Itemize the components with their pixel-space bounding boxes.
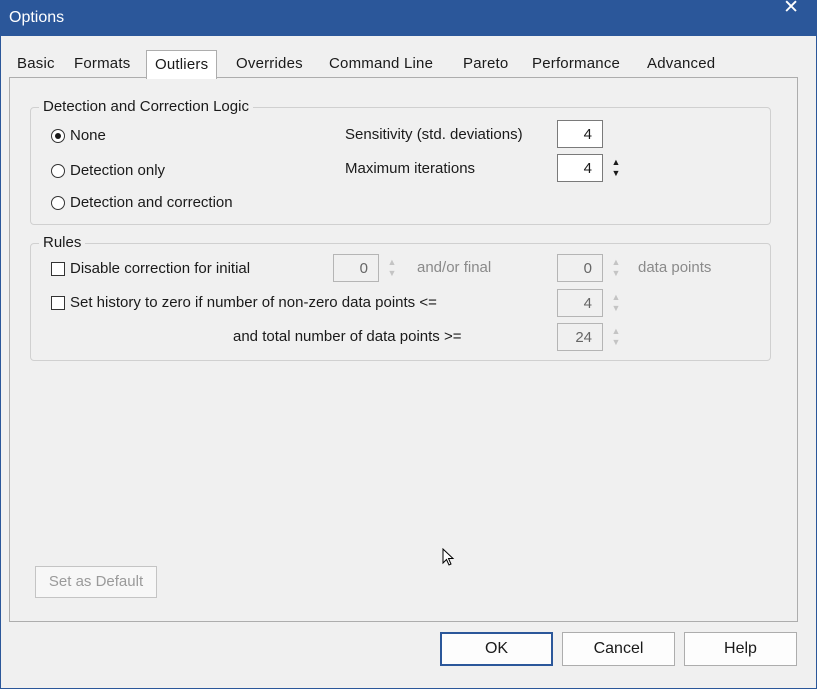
radio-detection-correction[interactable]: Detection and correction xyxy=(51,194,233,211)
nonzero-points-stepper: 4 ▲ ▼ xyxy=(557,289,629,317)
initial-points-value: 0 xyxy=(333,254,379,282)
arrow-up-icon: ▲ xyxy=(611,326,621,336)
data-points-label: data points xyxy=(638,259,712,276)
set-history-label: Set history to zero if number of non-zer… xyxy=(70,294,437,311)
arrow-down-icon: ▼ xyxy=(387,268,397,278)
max-iterations-label: Maximum iterations xyxy=(345,160,476,177)
nonzero-points-arrows: ▲ ▼ xyxy=(603,289,629,317)
rules-group: Rules Disable correction for initial 0 ▲… xyxy=(30,234,771,361)
window-title: Options xyxy=(9,9,65,26)
radio-detection-correction-label: Detection and correction xyxy=(70,194,233,211)
set-as-default-button: Set as Default xyxy=(35,566,157,598)
radio-none-label: None xyxy=(70,127,106,144)
disable-correction-checkbox-row[interactable]: Disable correction for initial xyxy=(51,260,250,277)
total-points-label: and total number of data points >= xyxy=(233,328,462,345)
sensitivity-label: Sensitivity (std. deviations) xyxy=(345,126,523,143)
tab-outliers[interactable]: Outliers xyxy=(146,50,218,79)
final-points-stepper: 0 ▲ ▼ xyxy=(557,254,629,282)
tab-basic[interactable]: Basic xyxy=(17,55,55,72)
arrow-up-icon[interactable]: ▲ xyxy=(612,157,621,168)
set-history-checkbox-row[interactable]: Set history to zero if number of non-zer… xyxy=(51,294,437,311)
arrow-down-icon: ▼ xyxy=(611,303,621,313)
cancel-button[interactable]: Cancel xyxy=(562,632,675,666)
radio-detection-only-label: Detection only xyxy=(70,162,166,179)
ok-button[interactable]: OK xyxy=(440,632,553,666)
tab-pareto[interactable]: Pareto xyxy=(463,55,508,72)
andor-final-label: and/or final xyxy=(417,259,492,276)
help-button[interactable]: Help xyxy=(684,632,797,666)
radio-detection-only-indicator[interactable] xyxy=(51,163,65,178)
sensitivity-input[interactable]: 4 xyxy=(557,120,603,148)
arrow-up-icon: ▲ xyxy=(611,257,621,267)
detection-group-title: Detection and Correction Logic xyxy=(39,98,253,115)
arrow-down-icon[interactable]: ▼ xyxy=(612,168,621,179)
outliers-panel: Detection and Correction Logic None Dete… xyxy=(9,77,798,622)
total-points-arrows: ▲ ▼ xyxy=(603,323,629,351)
tab-advanced[interactable]: Advanced xyxy=(647,55,715,72)
radio-detection-only[interactable]: Detection only xyxy=(51,162,165,179)
arrow-up-icon: ▲ xyxy=(387,257,397,267)
disable-correction-label: Disable correction for initial xyxy=(70,260,251,277)
tab-command-line[interactable]: Command Line xyxy=(329,55,433,72)
max-iterations-value[interactable]: 4 xyxy=(557,154,603,182)
radio-none-indicator[interactable] xyxy=(51,128,65,143)
close-icon[interactable]: ✕ xyxy=(783,0,799,18)
max-iterations-arrows[interactable]: ▲ ▼ xyxy=(603,154,629,182)
nonzero-points-value: 4 xyxy=(557,289,603,317)
initial-points-stepper: 0 ▲ ▼ xyxy=(333,254,405,282)
mouse-pointer-icon xyxy=(442,548,455,566)
initial-points-arrows: ▲ ▼ xyxy=(379,254,405,282)
final-points-arrows: ▲ ▼ xyxy=(603,254,629,282)
max-iterations-stepper[interactable]: 4 ▲ ▼ xyxy=(557,154,629,182)
radio-detection-correction-indicator[interactable] xyxy=(51,195,65,210)
detection-group: Detection and Correction Logic None Dete… xyxy=(30,98,771,225)
tab-formats[interactable]: Formats xyxy=(74,55,130,72)
total-points-stepper: 24 ▲ ▼ xyxy=(557,323,629,351)
set-history-checkbox[interactable] xyxy=(51,295,65,310)
arrow-up-icon: ▲ xyxy=(611,292,621,302)
rules-group-title: Rules xyxy=(39,234,86,251)
title-bar: Options ✕ xyxy=(0,0,817,36)
arrow-down-icon: ▼ xyxy=(611,337,621,347)
total-points-value: 24 xyxy=(557,323,603,351)
disable-correction-checkbox[interactable] xyxy=(51,261,65,276)
tab-performance[interactable]: Performance xyxy=(532,55,620,72)
sensitivity-value[interactable]: 4 xyxy=(557,120,603,148)
arrow-down-icon: ▼ xyxy=(611,268,621,278)
radio-none[interactable]: None xyxy=(51,127,106,144)
tab-overrides[interactable]: Overrides xyxy=(236,55,303,72)
final-points-value: 0 xyxy=(557,254,603,282)
